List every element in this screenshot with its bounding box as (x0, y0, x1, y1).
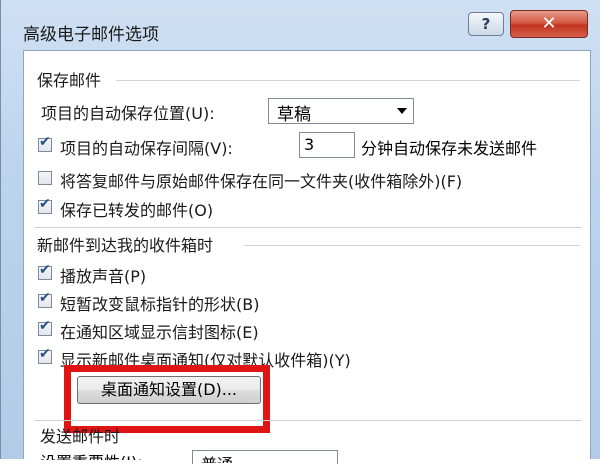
arrival-group-label: 新邮件到达我的收件箱时 (37, 236, 214, 255)
close-button[interactable]: ✕ (510, 10, 588, 38)
checkmark-icon: ✔ (39, 262, 51, 278)
send-importance-select[interactable]: 普通 (192, 450, 338, 464)
autosave-interval-checkbox[interactable]: ✔ (38, 134, 52, 152)
play-sound-label: 播放声音(P) (60, 267, 147, 286)
checkmark-icon: ✔ (39, 196, 51, 212)
autosave-location-label: 项目的自动保存位置(U): (41, 104, 215, 123)
chevron-down-icon (397, 108, 407, 114)
play-sound-checkbox[interactable]: ✔ (38, 262, 52, 280)
group-separator (34, 227, 582, 228)
send-group-label: 发送邮件时 (40, 427, 121, 446)
title-bar[interactable]: 高级电子邮件选项 ? ✕ (1, 0, 600, 50)
autosave-location-select[interactable]: 草稿 (268, 98, 414, 125)
show-envelope-checkbox[interactable]: ✔ (38, 318, 52, 336)
dialog-content: 保存邮件 项目的自动保存位置(U): 草稿 ✔ 项目的自动保存间隔(V): 3 … (23, 50, 591, 464)
checkmark-icon: ✔ (39, 290, 51, 306)
group-separator (34, 420, 582, 421)
change-pointer-checkbox[interactable]: ✔ (38, 290, 52, 308)
checkmark-icon: ✔ (39, 318, 51, 334)
save-group-label: 保存邮件 (37, 71, 102, 90)
checkmark-icon: ✔ (39, 346, 51, 362)
help-button[interactable]: ? (468, 12, 504, 36)
save-forwarded-label: 保存已转发的邮件(O) (60, 201, 214, 220)
save-forwarded-checkbox[interactable]: ✔ (38, 196, 52, 214)
show-desktop-alert-checkbox[interactable]: ✔ (38, 346, 52, 364)
autosave-location-value: 草稿 (277, 105, 311, 125)
save-group-divider (116, 80, 580, 81)
dialog-title: 高级电子邮件选项 (23, 25, 159, 45)
save-replies-checkbox[interactable] (38, 171, 52, 185)
save-replies-label: 将答复邮件与原始邮件保存在同一文件夹(收件箱除外)(F) (60, 172, 463, 191)
checkmark-icon: ✔ (39, 134, 51, 150)
show-envelope-label: 在通知区域显示信封图标(E) (60, 323, 259, 342)
change-pointer-label: 短暂改变鼠标指针的形状(B) (60, 295, 260, 314)
send-importance-value: 普通 (201, 451, 233, 463)
send-importance-label: 设置重要性(I): (40, 449, 180, 460)
autosave-interval-label: 项目的自动保存间隔(V): (60, 139, 233, 158)
dialog-frame: 高级电子邮件选项 ? ✕ 保存邮件 项目的自动保存位置(U): 草稿 ✔ 项目的… (0, 0, 600, 464)
autosave-interval-input[interactable]: 3 (299, 132, 355, 158)
arrival-group-divider (244, 245, 580, 246)
autosave-interval-suffix: 分钟自动保存未发送邮件 (361, 139, 538, 158)
